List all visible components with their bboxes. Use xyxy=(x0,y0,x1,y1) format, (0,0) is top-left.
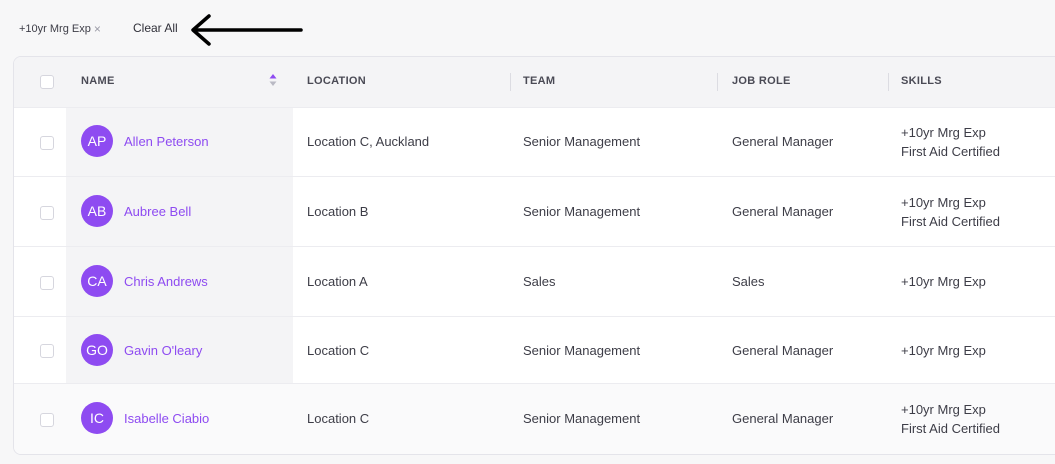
location-cell: Location C, Auckland xyxy=(307,134,430,149)
clear-all-button[interactable]: Clear All xyxy=(133,21,178,35)
column-header-job-role[interactable]: JOB ROLE xyxy=(732,75,791,87)
column-divider xyxy=(888,73,889,91)
person-name-link[interactable]: Chris Andrews xyxy=(124,274,208,289)
team-cell: Senior Management xyxy=(523,343,641,358)
avatar: GO xyxy=(81,334,113,366)
table-header: NAME LOCATION TEAM JOB ROLE SKILLS xyxy=(14,57,1055,108)
job-role-cell: General Manager xyxy=(732,204,834,219)
job-role-cell: General Manager xyxy=(732,411,834,426)
skill-tag: First Aid Certified xyxy=(901,144,1000,159)
column-divider xyxy=(510,73,511,91)
table-row[interactable]: AP Allen Peterson Location C, Auckland S… xyxy=(14,107,1055,177)
row-checkbox[interactable] xyxy=(40,413,54,427)
avatar: IC xyxy=(81,402,113,434)
location-cell: Location B xyxy=(307,204,369,219)
avatar: CA xyxy=(81,265,113,297)
row-checkbox[interactable] xyxy=(40,206,54,220)
table-row[interactable]: IC Isabelle Ciabio Location C Senior Man… xyxy=(14,384,1055,454)
table-row[interactable]: GO Gavin O'leary Location C Senior Manag… xyxy=(14,317,1055,384)
table-row[interactable]: CA Chris Andrews Location A Sales Sales … xyxy=(14,247,1055,317)
person-name-link[interactable]: Allen Peterson xyxy=(124,134,209,149)
skill-tag: First Aid Certified xyxy=(901,421,1000,436)
location-cell: Location A xyxy=(307,274,368,289)
table-row[interactable]: AB Aubree Bell Location B Senior Managem… xyxy=(14,177,1055,247)
skill-tag: First Aid Certified xyxy=(901,214,1000,229)
skill-tag: +10yr Mrg Exp xyxy=(901,125,986,140)
skill-tag: +10yr Mrg Exp xyxy=(901,195,986,210)
filter-chip[interactable]: +10yr Mrg Exp × xyxy=(19,22,101,36)
avatar: AB xyxy=(81,195,113,227)
column-divider xyxy=(717,73,718,91)
job-role-cell: General Manager xyxy=(732,343,834,358)
column-header-location[interactable]: LOCATION xyxy=(307,75,366,87)
location-cell: Location C xyxy=(307,411,370,426)
job-role-cell: Sales xyxy=(732,274,765,289)
skill-tag: +10yr Mrg Exp xyxy=(901,343,986,358)
skill-tag: +10yr Mrg Exp xyxy=(901,274,986,289)
column-header-skills[interactable]: SKILLS xyxy=(901,75,942,87)
column-header-name[interactable]: NAME xyxy=(81,75,115,87)
avatar: AP xyxy=(81,125,113,157)
team-cell: Sales xyxy=(523,274,556,289)
team-cell: Senior Management xyxy=(523,411,641,426)
arrow-left-icon xyxy=(191,14,303,46)
row-checkbox[interactable] xyxy=(40,136,54,150)
row-checkbox[interactable] xyxy=(40,344,54,358)
skills-cell: +10yr Mrg Exp First Aid Certified xyxy=(901,123,1000,161)
close-icon[interactable]: × xyxy=(94,22,101,36)
person-name-link[interactable]: Isabelle Ciabio xyxy=(124,411,209,426)
sort-icon[interactable] xyxy=(269,73,277,87)
select-all-checkbox[interactable] xyxy=(40,75,54,89)
skills-cell: +10yr Mrg Exp First Aid Certified xyxy=(901,400,1000,438)
person-name-link[interactable]: Gavin O'leary xyxy=(124,343,202,358)
row-checkbox[interactable] xyxy=(40,276,54,290)
skills-cell: +10yr Mrg Exp xyxy=(901,272,986,291)
skills-cell: +10yr Mrg Exp xyxy=(901,341,986,360)
team-cell: Senior Management xyxy=(523,134,641,149)
filter-bar: +10yr Mrg Exp × Clear All xyxy=(0,0,1055,56)
skills-cell: +10yr Mrg Exp First Aid Certified xyxy=(901,193,1000,231)
person-name-link[interactable]: Aubree Bell xyxy=(124,204,191,219)
people-table: NAME LOCATION TEAM JOB ROLE SKILLS AP Al… xyxy=(13,56,1055,455)
location-cell: Location C xyxy=(307,343,370,358)
column-header-team[interactable]: TEAM xyxy=(523,75,555,87)
filter-chip-label: +10yr Mrg Exp xyxy=(19,23,91,35)
team-cell: Senior Management xyxy=(523,204,641,219)
skill-tag: +10yr Mrg Exp xyxy=(901,402,986,417)
job-role-cell: General Manager xyxy=(732,134,834,149)
